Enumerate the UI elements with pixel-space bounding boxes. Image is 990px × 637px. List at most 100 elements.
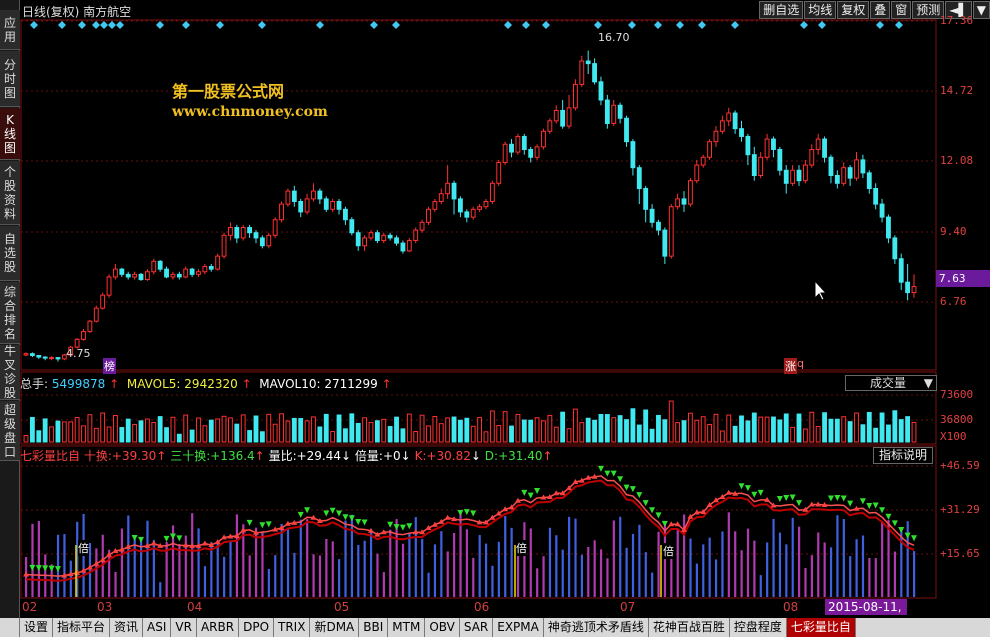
volume-bar bbox=[208, 419, 214, 443]
indicator-bar bbox=[657, 531, 660, 597]
bottom-tab[interactable]: TRIX bbox=[274, 618, 311, 637]
down-arrow-mark bbox=[29, 564, 36, 571]
volume-bar bbox=[745, 420, 751, 443]
volume-bar bbox=[496, 425, 502, 443]
signal-diamond bbox=[628, 21, 636, 29]
indicator-bar bbox=[472, 557, 475, 597]
bottom-tab[interactable]: ARBR bbox=[196, 618, 240, 637]
bottom-tab[interactable]: ASI bbox=[143, 618, 172, 637]
candle-body bbox=[432, 201, 438, 210]
volume-bar bbox=[649, 428, 655, 443]
candle-body bbox=[394, 237, 399, 244]
indicator-bar bbox=[593, 540, 596, 597]
indicator-bar bbox=[357, 544, 360, 597]
bottom-tab[interactable]: DPO bbox=[239, 618, 275, 637]
up-arrow-icon: ↑ bbox=[109, 377, 120, 391]
candle-body bbox=[662, 229, 668, 257]
volume-indicator-select[interactable]: 成交量 ▼ bbox=[845, 375, 937, 391]
up-arrow-mark bbox=[444, 514, 451, 520]
candle-body bbox=[304, 198, 310, 213]
down-arrow-mark bbox=[898, 526, 905, 533]
mavol10-value: 2711299 bbox=[324, 377, 378, 391]
bottom-tab[interactable]: 指标平台 bbox=[53, 618, 111, 637]
candle-body bbox=[311, 190, 316, 200]
down-arrow-mark bbox=[636, 492, 643, 499]
volume-bar bbox=[170, 416, 176, 443]
volume-header: 总手: 5499878 ↑ MAVOL5: 2942320 ↑ MAVOL10:… bbox=[20, 375, 392, 391]
bottom-tab[interactable]: 资讯 bbox=[110, 618, 144, 637]
indicator-help-button[interactable]: 指标说明 bbox=[873, 447, 933, 464]
bottom-tab[interactable]: BBI bbox=[359, 618, 389, 637]
candle-body bbox=[419, 221, 425, 231]
bottom-tab[interactable]: 花神百战百胜 bbox=[648, 618, 730, 637]
candle-body bbox=[285, 190, 291, 205]
volume-bar bbox=[323, 413, 329, 443]
volume-axis-label: X100 bbox=[940, 430, 967, 443]
bottom-tab[interactable]: 七彩量比自 bbox=[786, 618, 856, 637]
down-arrow-mark bbox=[776, 495, 783, 502]
down-arrow-mark bbox=[457, 510, 464, 517]
candle-body bbox=[713, 130, 719, 143]
indicator-bar bbox=[382, 572, 385, 597]
down-arrow-mark bbox=[470, 510, 477, 517]
candle-body bbox=[528, 148, 534, 158]
bottom-tab[interactable]: 控盘程度 bbox=[729, 618, 787, 637]
down-arrow-mark bbox=[393, 524, 400, 531]
indicator-bar bbox=[433, 544, 437, 597]
candle-body bbox=[815, 138, 821, 150]
up-arrow-icon: ↑ bbox=[156, 449, 167, 463]
indicator-bar bbox=[159, 582, 162, 597]
bottom-tab[interactable]: VR bbox=[171, 618, 197, 637]
candle-body bbox=[317, 190, 323, 200]
bottom-tab[interactable]: 设置 bbox=[20, 618, 54, 637]
signal-diamond bbox=[522, 21, 530, 29]
indicator-bar bbox=[504, 516, 507, 597]
signal-diamond bbox=[818, 21, 826, 29]
down-arrow-mark bbox=[304, 507, 311, 514]
volume-bar bbox=[502, 411, 508, 443]
candle-body bbox=[828, 156, 834, 176]
indicator-bar bbox=[376, 553, 379, 597]
volume-bar bbox=[700, 416, 706, 443]
bottom-tab[interactable]: MTM bbox=[388, 618, 426, 637]
volume-bar bbox=[809, 411, 815, 443]
volume-select-label: 成交量 bbox=[870, 376, 907, 390]
candle-body bbox=[279, 203, 284, 221]
candle-body bbox=[751, 154, 757, 176]
volume-bar bbox=[751, 412, 757, 443]
indicator-bar bbox=[446, 551, 449, 597]
candle-body bbox=[458, 198, 463, 213]
mavol5-label: MAVOL5: bbox=[126, 377, 181, 391]
candle-body bbox=[400, 242, 406, 252]
mouse-cursor-icon bbox=[814, 279, 828, 301]
volume-bar bbox=[707, 423, 712, 443]
chart-canvas[interactable] bbox=[0, 0, 990, 637]
indicator-bar bbox=[478, 534, 481, 597]
bottom-tab[interactable]: 神奇逃顶术矛盾线 bbox=[543, 618, 649, 637]
candle-body bbox=[611, 104, 617, 124]
indicator-bar bbox=[702, 544, 705, 597]
down-arrow-mark bbox=[757, 489, 764, 496]
bottom-tab[interactable]: 新DMA bbox=[310, 618, 360, 637]
volume-bar bbox=[215, 418, 221, 443]
indicator-header: 七彩量比自 十换:+39.30↑ 三十换:+136.4↑ 量比:+29.44↓ … bbox=[20, 447, 553, 463]
indicator-bar bbox=[401, 543, 405, 597]
bottom-tab[interactable]: OBV bbox=[425, 618, 460, 637]
volume-bar bbox=[74, 417, 80, 443]
volume-bar bbox=[55, 420, 61, 443]
indicator-bar bbox=[778, 532, 782, 597]
bottom-tab[interactable]: EXPMA bbox=[493, 618, 544, 637]
bottom-tab[interactable]: SAR bbox=[459, 618, 494, 637]
candle-body bbox=[413, 229, 419, 242]
indicator-bar bbox=[203, 566, 207, 597]
bei-marker: 倍 bbox=[516, 540, 527, 556]
candle-body bbox=[700, 156, 706, 166]
volume-bar bbox=[758, 416, 764, 443]
date-label: 08 bbox=[783, 600, 799, 614]
candle-body bbox=[707, 141, 712, 158]
volume-bar bbox=[458, 419, 463, 443]
indicator-bar bbox=[695, 563, 698, 597]
candle-body bbox=[585, 60, 591, 65]
candle-body bbox=[445, 182, 451, 195]
candle-body bbox=[291, 190, 297, 203]
